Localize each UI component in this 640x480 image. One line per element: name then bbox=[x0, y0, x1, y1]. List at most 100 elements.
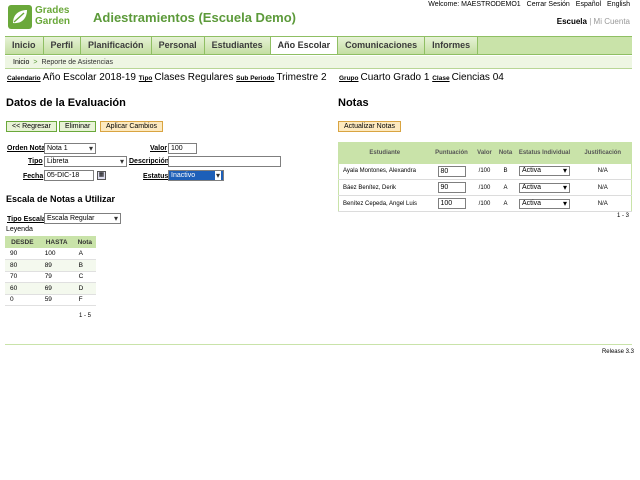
tab-planificacion[interactable]: Planificación bbox=[81, 37, 152, 54]
table-row: 80 89 B bbox=[5, 259, 96, 272]
welcome-text: Welcome: MAESTRODEMO1 bbox=[428, 1, 521, 8]
cell: F bbox=[73, 294, 96, 306]
col-nota: Nota bbox=[73, 236, 96, 248]
spanish-link[interactable]: Español bbox=[576, 1, 601, 8]
update-notes-button[interactable]: Actualizar Notas bbox=[338, 121, 401, 132]
descripcion-label: Descripción bbox=[129, 158, 170, 165]
table-row: Benítez Cepeda, Angel Luis 100 /100 A Ac… bbox=[338, 195, 632, 212]
cell: 0 bbox=[5, 294, 40, 306]
footer-divider bbox=[5, 344, 632, 345]
school-link[interactable]: Escuela bbox=[557, 17, 587, 26]
breadcrumb-home[interactable]: Inicio bbox=[13, 59, 29, 66]
scale-title: Escala de Notas a Utilizar bbox=[6, 194, 116, 204]
cell: C bbox=[73, 271, 96, 283]
status-cell: Activa bbox=[514, 195, 575, 212]
score-cell: 90 bbox=[430, 179, 473, 196]
my-account-link[interactable]: Mi Cuenta bbox=[594, 17, 630, 26]
context-info-right: Grupo Cuarto Grado 1 Clase Ciencias 04 bbox=[339, 72, 504, 83]
calendar-icon[interactable]: ▦ bbox=[97, 171, 106, 180]
valor-input[interactable]: 100 bbox=[168, 143, 197, 154]
descripcion-input[interactable] bbox=[168, 156, 281, 167]
score-input[interactable]: 90 bbox=[437, 182, 466, 193]
legend-label: Leyenda bbox=[6, 226, 33, 233]
value-cell: /100 bbox=[472, 163, 497, 180]
cell: B bbox=[73, 259, 96, 272]
cell: 100 bbox=[39, 248, 74, 260]
release-version: Release 3.3 bbox=[601, 349, 634, 355]
grade-cell: A bbox=[496, 195, 515, 212]
logout-link[interactable]: Cerrar Sesión bbox=[527, 1, 570, 8]
valor-label: Valor bbox=[150, 145, 168, 152]
cell: 89 bbox=[39, 259, 74, 272]
breadcrumb: Inicio > Reporte de Asistencias bbox=[5, 56, 632, 69]
grupo-label: Grupo bbox=[339, 75, 359, 82]
tab-perfil[interactable]: Perfil bbox=[43, 37, 82, 54]
tipo-escala-label: Tipo Escala bbox=[7, 216, 46, 223]
student-name: Ayala Montones, Alexandra bbox=[338, 163, 431, 180]
score-cell: 100 bbox=[430, 195, 473, 212]
context-info-left: Calendario Año Escolar 2018-19 Tipo Clases… bbox=[7, 72, 327, 83]
col-nota: Nota bbox=[496, 142, 515, 164]
score-input[interactable]: 80 bbox=[437, 165, 466, 177]
top-links: Welcome: MAESTRODEMO1 Cerrar Sesión Espa… bbox=[424, 1, 630, 8]
table-row: 70 79 C bbox=[5, 271, 96, 283]
fecha-label: Fecha bbox=[23, 173, 44, 180]
orden-nota-select[interactable]: Nota 1 bbox=[44, 143, 96, 154]
status-select[interactable]: Activa bbox=[519, 166, 570, 177]
table-row: 60 69 D bbox=[5, 282, 96, 295]
cell: A bbox=[73, 248, 96, 260]
leaf-logo-icon bbox=[8, 5, 32, 29]
tab-informes[interactable]: Informes bbox=[425, 37, 479, 54]
tab-comunicaciones[interactable]: Comunicaciones bbox=[338, 37, 426, 54]
status-cell: Activa bbox=[514, 163, 575, 180]
table-header-row: Estudiante Puntuación Valor Nota Estatus… bbox=[338, 142, 632, 164]
english-link[interactable]: English bbox=[607, 1, 630, 8]
notes-pager: 1 - 3 bbox=[617, 213, 630, 219]
apply-changes-button[interactable]: Aplicar Cambios bbox=[100, 121, 163, 132]
logo-text-line1: Grades bbox=[35, 5, 70, 16]
score-cell: 80 bbox=[430, 163, 473, 180]
score-input[interactable]: 100 bbox=[437, 198, 466, 209]
col-estatus-individual: Estatus Individual bbox=[514, 142, 575, 164]
notes-table: Estudiante Puntuación Valor Nota Estatus… bbox=[338, 142, 632, 212]
value-cell: /100 bbox=[472, 195, 497, 212]
cell: 69 bbox=[39, 282, 74, 295]
notes-title: Notas bbox=[338, 97, 369, 109]
justification-cell: N/A bbox=[574, 195, 632, 212]
orden-nota-label: Orden Nota bbox=[7, 145, 46, 152]
cell: 90 bbox=[5, 248, 40, 260]
evaluation-title: Datos de la Evaluación bbox=[6, 97, 126, 109]
status-select[interactable]: Activa bbox=[519, 182, 570, 193]
estatus-select[interactable]: Inactivo bbox=[168, 170, 224, 181]
col-hasta: HASTA bbox=[39, 236, 74, 248]
grupo-value: Cuarto Grado 1 bbox=[360, 72, 430, 83]
tipo-eval-label: Tipo bbox=[28, 158, 43, 165]
grades-garden-logo[interactable]: Grades Garden bbox=[8, 5, 80, 29]
tab-estudiantes[interactable]: Estudiantes bbox=[204, 37, 271, 54]
table-header-row: DESDE HASTA Nota bbox=[5, 236, 96, 248]
cell: 70 bbox=[5, 271, 40, 283]
grade-scale-table: DESDE HASTA Nota 90 100 A 80 89 B 70 79 C 60 69… bbox=[5, 236, 96, 306]
calendario-label: Calendario bbox=[7, 75, 41, 82]
table-row: 90 100 A bbox=[5, 248, 96, 260]
justification-cell: N/A bbox=[574, 163, 632, 180]
status-select[interactable]: Activa bbox=[519, 198, 570, 209]
tipo-eval-select[interactable]: Libreta bbox=[44, 156, 127, 167]
estatus-label: Estatus bbox=[143, 173, 169, 180]
breadcrumb-separator: > bbox=[33, 59, 38, 66]
main-nav: Inicio Perfil Planificación Personal Est… bbox=[5, 36, 632, 55]
tab-ano-escolar[interactable]: Año Escolar bbox=[270, 37, 339, 54]
delete-button[interactable]: Eliminar bbox=[59, 121, 97, 132]
tipo-escala-select[interactable]: Escala Regular bbox=[44, 213, 121, 224]
clase-label: Clase bbox=[432, 75, 450, 82]
tab-inicio[interactable]: Inicio bbox=[5, 37, 44, 54]
grade-cell: B bbox=[496, 163, 515, 180]
value-cell: /100 bbox=[472, 179, 497, 196]
cell: 80 bbox=[5, 259, 40, 272]
justification-cell: N/A bbox=[574, 179, 632, 196]
fecha-input[interactable]: 05-DIC-18 bbox=[44, 170, 94, 181]
subperiodo-label: Sub Periodo bbox=[236, 75, 275, 82]
back-button[interactable]: << Regresar bbox=[6, 121, 57, 132]
tab-personal[interactable]: Personal bbox=[151, 37, 205, 54]
cell: D bbox=[73, 282, 96, 295]
